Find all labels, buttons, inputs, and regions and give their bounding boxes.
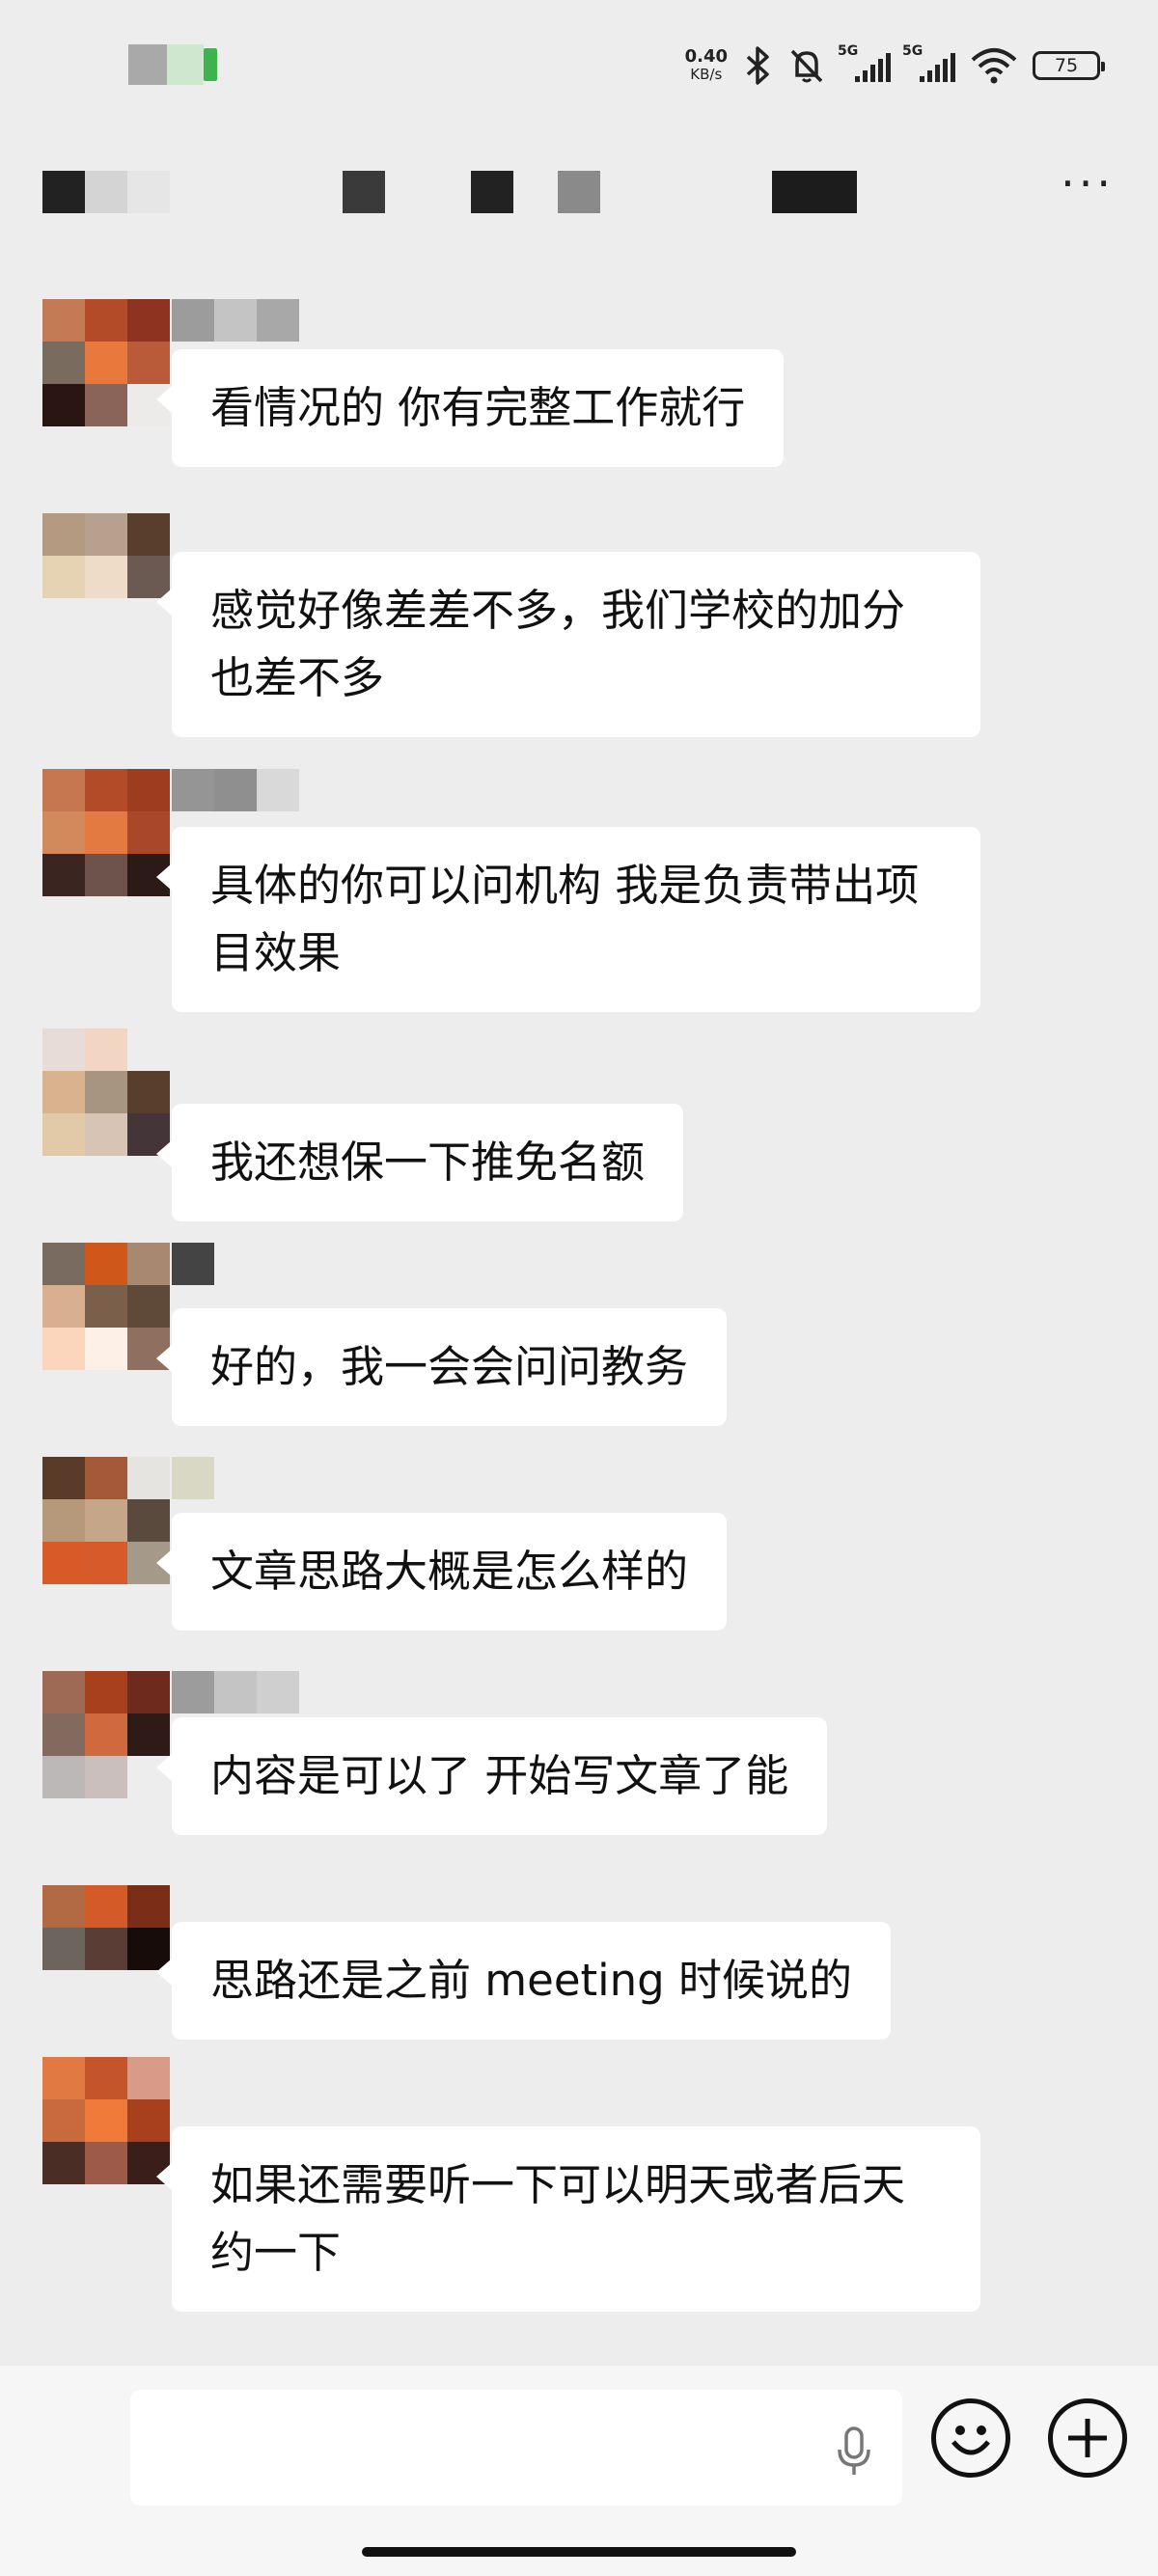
microphone-icon[interactable] [835, 2425, 873, 2479]
sender-name-redacted [172, 1243, 214, 1285]
message-bubble[interactable]: 如果还需要听一下可以明天或者后天约一下 [156, 2126, 980, 2312]
message-bubble[interactable]: 思路还是之前 meeting 时候说的 [155, 1922, 892, 2040]
avatar[interactable] [42, 1885, 170, 2013]
sender-name-redacted [172, 769, 299, 811]
signal-icon: 5G [902, 43, 955, 82]
more-options-icon[interactable]: ··· [1061, 161, 1115, 206]
wifi-icon [971, 48, 1017, 84]
message-bubble[interactable]: 我还想保一下推免名额 [155, 1104, 684, 1221]
avatar[interactable] [42, 2057, 170, 2184]
message-bubble[interactable]: 感觉好像差差不多，我们学校的加分也差不多 [156, 552, 980, 737]
avatar[interactable] [42, 513, 170, 641]
sender-name-redacted [172, 1457, 214, 1499]
message-bubble[interactable]: 好的，我一会会问问教务 [155, 1308, 728, 1426]
mute-bell-icon [790, 49, 823, 83]
message-bubble[interactable]: 具体的你可以问机构 我是负责带出项目效果 [156, 827, 980, 1012]
avatar[interactable] [42, 1671, 170, 1798]
status-app-icons [128, 44, 225, 85]
home-indicator[interactable] [362, 2547, 796, 2557]
avatar[interactable] [42, 769, 170, 896]
sender-name-redacted [172, 1671, 299, 1713]
network-speed: 0.40 KB/s [684, 46, 728, 84]
status-indicators: 0.40 KB/s 5G 5G 75 [684, 39, 1105, 93]
message-input[interactable] [130, 2390, 902, 2506]
chat-header: ··· [0, 130, 1158, 256]
message-bubble[interactable]: 看情况的 你有完整工作就行 [155, 349, 785, 467]
emoji-icon[interactable] [931, 2398, 1010, 2478]
plus-icon[interactable] [1048, 2398, 1127, 2478]
signal-icon: 5G [838, 43, 891, 82]
sender-name-redacted [172, 299, 299, 342]
message-bubble[interactable]: 文章思路大概是怎么样的 [155, 1513, 728, 1631]
battery-icon: 75 [1033, 51, 1105, 80]
bluetooth-icon [746, 46, 769, 85]
status-bar: 0.40 KB/s 5G 5G 75 [0, 0, 1158, 130]
input-bar [0, 2366, 1158, 2576]
avatar[interactable] [42, 1457, 170, 1584]
avatar[interactable] [42, 1243, 170, 1370]
message-bubble[interactable]: 内容是可以了 开始写文章了能 [155, 1717, 828, 1835]
avatar[interactable] [42, 299, 170, 426]
avatar[interactable] [42, 1028, 170, 1156]
